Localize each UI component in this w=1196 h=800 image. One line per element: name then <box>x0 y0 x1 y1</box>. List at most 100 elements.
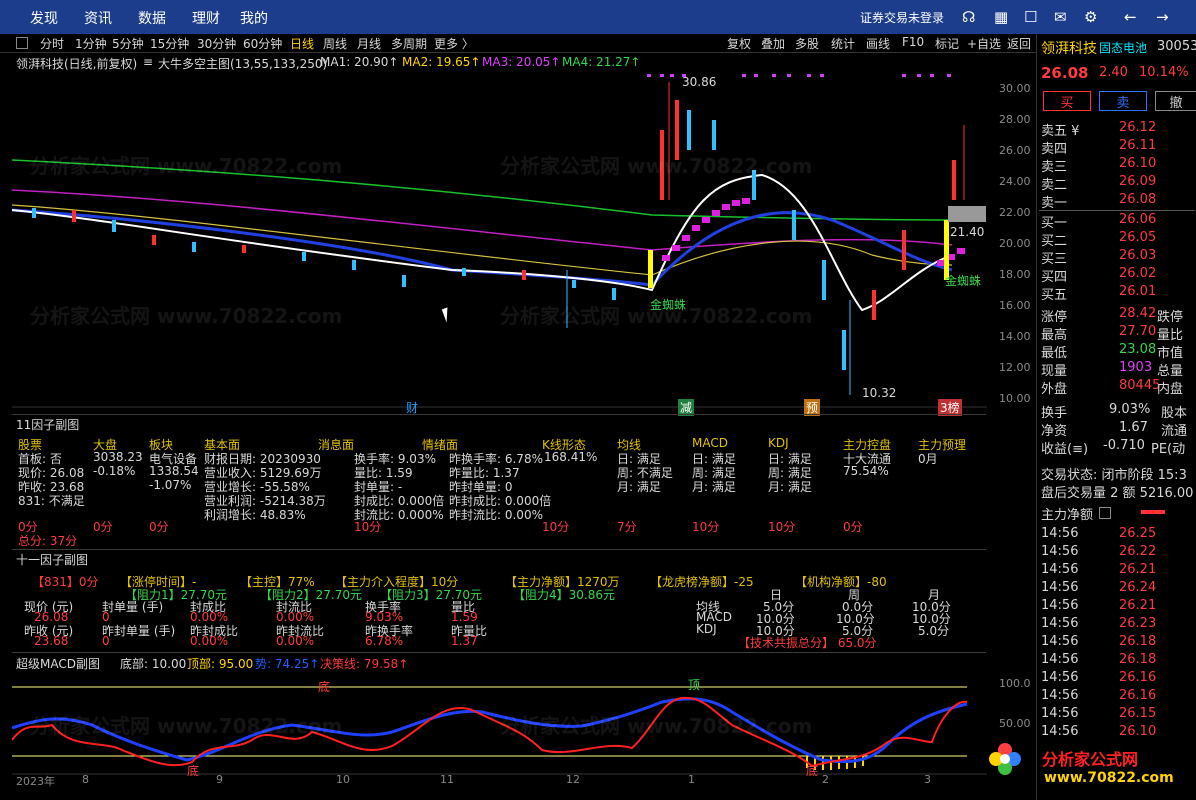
kdj-month: 月: 满足 <box>768 480 812 494</box>
macd-axis-50: 50.00 <box>999 717 1031 730</box>
timeline-year: 2023年 <box>16 775 55 788</box>
stat-nav-label: 净资 <box>1041 424 1068 439</box>
price-axis-22: 22.00 <box>999 206 1031 219</box>
ask2-price: 26.09 <box>1119 174 1157 189</box>
side-stock-name[interactable]: 领湃科技 <box>1041 38 1097 58</box>
headset-icon[interactable]: ☊ <box>962 8 975 26</box>
panel-divider <box>12 549 986 550</box>
tick-time: 14:56 <box>1041 670 1079 685</box>
macd-mark-bottom-1: 底 <box>318 680 331 694</box>
stat-high-label: 最高 <box>1041 328 1068 343</box>
low-price-annotation: 10.32 <box>862 386 897 400</box>
p2-row-kdj: KDJ <box>696 622 717 636</box>
period-tab-30m[interactable]: 30分钟 <box>197 35 236 52</box>
panel-toggle-icon[interactable] <box>16 37 28 49</box>
nav-data[interactable]: 数据 <box>138 8 166 28</box>
ask2-label: 卖二 <box>1041 178 1068 193</box>
tool-multi-stock[interactable]: 多股 <box>795 35 819 52</box>
side-pct: 10.14% <box>1139 65 1189 80</box>
top-nav-bar: 发现 资讯 数据 理财 我的 证券交易未登录 ☊ ▦ ☐ ✉ ⚙ ← → <box>0 0 1196 34</box>
p2-label-prev-seal: 昨封单量 (手) <box>102 624 176 638</box>
price-axis-12: 12.00 <box>999 361 1031 374</box>
control-pct: 75.54% <box>843 464 889 478</box>
period-tab-multi[interactable]: 多周期 <box>391 35 427 52</box>
stat-curvol-label: 现量 <box>1041 364 1068 379</box>
message-icon[interactable]: ✉ <box>1054 8 1067 26</box>
score-ma: 7分 <box>617 520 637 534</box>
tool-back[interactable]: 返回 <box>1007 35 1031 52</box>
timeline-jan: 1 <box>688 773 695 786</box>
ask4-price: 26.11 <box>1119 138 1157 153</box>
stat-low: 23.08 <box>1119 342 1157 357</box>
timeline-mar: 3 <box>924 773 931 786</box>
stat-limit-down-label: 跌停 <box>1157 310 1184 325</box>
side-concept[interactable]: 固态电池 <box>1099 39 1147 56</box>
nav-discover[interactable]: 发现 <box>30 8 58 28</box>
chart-settings-icon[interactable]: ≡ <box>143 55 153 69</box>
cancel-order-button[interactable]: 撤 <box>1155 91 1196 111</box>
nav-finance[interactable]: 理财 <box>192 8 220 28</box>
net-flow-title[interactable]: 主力净额 <box>1041 504 1093 523</box>
price-axis-24: 24.00 <box>999 175 1031 188</box>
score-news: 10分 <box>354 520 382 534</box>
net-flow-icon[interactable] <box>1099 507 1111 519</box>
timeline-dec: 12 <box>566 773 580 786</box>
side-change: 2.40 <box>1099 65 1128 80</box>
period-tab-more[interactable]: 更多 〉 <box>434 35 474 52</box>
period-tab-fenshi[interactable]: 分时 <box>40 35 64 52</box>
price-axis-30: 30.00 <box>999 82 1031 95</box>
p2-dragon-tiger: 【龙虎榜净额】-25 <box>650 575 754 589</box>
price-axis-20: 20.00 <box>999 237 1031 250</box>
main-kline-chart[interactable] <box>12 70 987 415</box>
tool-mark[interactable]: 标记 <box>935 35 959 52</box>
period-tab-60m[interactable]: 60分钟 <box>243 35 282 52</box>
chat-icon[interactable]: ☐ <box>1024 8 1037 26</box>
tick-price: 26.25 <box>1119 526 1157 541</box>
grid-icon[interactable]: ▦ <box>994 8 1008 26</box>
stat-high: 27.70 <box>1119 324 1157 339</box>
macd-mark-top: 顶 <box>688 678 701 692</box>
macd-chart[interactable] <box>12 670 987 775</box>
period-tab-1m[interactable]: 1分钟 <box>75 35 107 52</box>
period-tab-month[interactable]: 月线 <box>357 35 381 52</box>
back-icon[interactable]: ← <box>1124 8 1137 26</box>
tool-fuquan[interactable]: 复权 <box>727 35 751 52</box>
score-sector: 0分 <box>149 520 169 534</box>
nav-news[interactable]: 资讯 <box>84 8 112 28</box>
settings-icon[interactable]: ⚙ <box>1084 8 1097 26</box>
sent-prev-seal-float: 昨封流比: 0.00% <box>449 508 543 522</box>
buy-button[interactable]: 买 <box>1043 91 1091 111</box>
ma4-label: MA4: 21.27↑ <box>562 55 641 69</box>
period-toolbar: 分时 1分钟 5分钟 15分钟 30分钟 60分钟 日线 周线 月线 多周期 更… <box>0 34 1196 53</box>
stat-low-label: 最低 <box>1041 346 1068 361</box>
tool-draw[interactable]: 画线 <box>866 35 890 52</box>
score-total: 总分: 37分 <box>18 534 78 548</box>
tool-overlay[interactable]: 叠加 <box>761 35 785 52</box>
after-hours: 盘后交易量 2 额 5216.00 <box>1041 486 1194 501</box>
period-tab-week[interactable]: 周线 <box>323 35 347 52</box>
tick-price: 26.18 <box>1119 652 1157 667</box>
login-status[interactable]: 证券交易未登录 <box>860 9 944 26</box>
right-price-annotation: 21.40 <box>950 225 985 239</box>
macd-axis-100: 100.0 <box>999 677 1031 690</box>
nav-mine[interactable]: 我的 <box>240 8 268 28</box>
ma1-label: MA1: 20.90↑ <box>320 55 399 69</box>
tick-time: 14:56 <box>1041 544 1079 559</box>
tool-stats[interactable]: 统计 <box>831 35 855 52</box>
side-price: 26.08 <box>1041 64 1089 82</box>
period-tab-day[interactable]: 日线 <box>290 35 314 52</box>
tool-add-watch[interactable]: +自选 <box>967 35 1001 52</box>
ask3-label: 卖三 <box>1041 160 1068 175</box>
panel-divider <box>12 414 986 415</box>
period-tab-5m[interactable]: 5分钟 <box>112 35 144 52</box>
bid1-price: 26.06 <box>1119 212 1157 227</box>
sell-button[interactable]: 卖 <box>1099 91 1147 111</box>
tool-f10[interactable]: F10 <box>902 35 924 49</box>
net-flow-bar <box>1141 510 1165 514</box>
bid5-price: 26.01 <box>1119 284 1157 299</box>
stat-outer: 80445 <box>1119 378 1161 393</box>
forward-icon[interactable]: → <box>1156 8 1169 26</box>
period-tab-15m[interactable]: 15分钟 <box>150 35 189 52</box>
tick-time: 14:56 <box>1041 580 1079 595</box>
ask5-price: 26.12 <box>1119 120 1157 135</box>
